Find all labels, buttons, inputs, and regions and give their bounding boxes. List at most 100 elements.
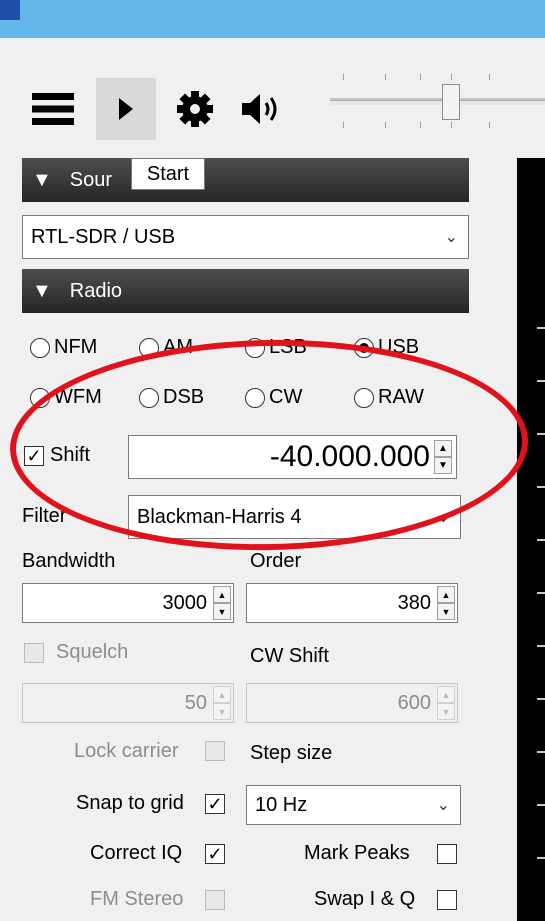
radio-circle	[245, 337, 265, 358]
slider-tick	[343, 74, 344, 80]
mode-radio-raw[interactable]: RAW	[354, 386, 424, 409]
spin-down-icon[interactable]: ▼	[213, 603, 231, 620]
order-input[interactable]: 380 ▲ ▼	[246, 583, 458, 623]
correct-iq-checkbox[interactable]: ✓	[205, 844, 225, 864]
cw-shift-input[interactable]: 600 ▲ ▼	[246, 683, 458, 723]
bandwidth-input[interactable]: 3000 ▲ ▼	[22, 583, 234, 623]
spectrum-tick	[537, 698, 545, 700]
mode-label: NFM	[54, 336, 98, 358]
source-section-header[interactable]: ▼ Sour	[22, 158, 469, 202]
mode-radio-wfm[interactable]: WFM	[30, 386, 102, 409]
cw-shift-value: 600	[397, 691, 431, 714]
swap-iq-checkbox[interactable]	[437, 890, 457, 910]
radio-section-header[interactable]: ▼ Radio	[22, 269, 469, 313]
checkmark-icon: ✓	[207, 844, 223, 864]
mode-label: RAW	[378, 386, 424, 408]
bandwidth-label: Bandwidth	[22, 550, 116, 572]
mode-label: WFM	[54, 386, 102, 408]
spectrum-tick	[537, 804, 545, 806]
spin-down-icon[interactable]: ▼	[437, 703, 455, 720]
start-button[interactable]	[96, 78, 156, 140]
collapse-triangle-icon: ▼	[32, 168, 52, 191]
slider-tick	[420, 74, 421, 80]
slider-tick	[489, 74, 490, 80]
checkmark-icon: ✓	[26, 446, 42, 466]
spin-down-icon[interactable]: ▼	[213, 703, 231, 720]
chevron-down-icon: ⌄	[444, 229, 458, 246]
spin-buttons[interactable]: ▲ ▼	[213, 686, 231, 720]
radio-circle	[245, 387, 265, 408]
fm-stereo-checkbox[interactable]	[205, 890, 225, 910]
shift-frequency-input[interactable]: -40.000.000 ▲ ▼	[128, 435, 457, 479]
spin-up-icon[interactable]: ▲	[213, 586, 231, 603]
slider-tick	[451, 122, 452, 128]
order-value: 380	[397, 591, 431, 614]
spin-up-icon[interactable]: ▲	[213, 686, 231, 703]
spectrum-tick	[537, 751, 545, 753]
mark-peaks-checkbox[interactable]	[437, 844, 457, 864]
mode-radio-usb[interactable]: USB	[354, 336, 419, 359]
spin-down-icon[interactable]: ▼	[434, 457, 452, 474]
spectrum-tick	[537, 380, 545, 382]
shift-frequency-value: -40.000.000	[269, 440, 430, 473]
chevron-down-icon: ⌄	[436, 797, 450, 814]
menu-icon	[32, 93, 74, 125]
chevron-down-icon: ⌄	[436, 509, 450, 526]
radio-header-label: Radio	[69, 279, 123, 302]
source-device-value: RTL-SDR / USB	[31, 225, 176, 248]
spin-buttons[interactable]: ▲ ▼	[434, 440, 452, 474]
spectrum-tick	[537, 857, 545, 859]
mode-radio-dsb[interactable]: DSB	[139, 386, 204, 409]
spin-buttons[interactable]: ▲ ▼	[437, 686, 455, 720]
radio-circle	[354, 387, 374, 408]
step-size-value: 10 Hz	[255, 793, 308, 816]
spin-down-icon[interactable]: ▼	[437, 603, 455, 620]
snap-to-grid-checkbox[interactable]: ✓	[205, 794, 225, 814]
mode-radio-lsb[interactable]: LSB	[245, 336, 307, 359]
start-tooltip: Start	[131, 158, 205, 190]
order-label: Order	[250, 550, 302, 572]
title-bar	[0, 0, 545, 38]
audio-button[interactable]	[228, 78, 300, 140]
spectrum-tick	[537, 539, 545, 541]
slider-tick	[343, 122, 344, 128]
source-device-select[interactable]: RTL-SDR / USB ⌄	[22, 215, 469, 259]
radio-circle	[30, 387, 50, 408]
menu-button[interactable]	[22, 78, 84, 140]
slider-tick	[420, 122, 421, 128]
lock-carrier-label: Lock carrier	[74, 740, 179, 762]
squelch-checkbox[interactable]	[24, 643, 44, 663]
mode-radio-cw[interactable]: CW	[245, 386, 302, 409]
gear-icon	[177, 91, 213, 127]
spectrum-tick	[537, 327, 545, 329]
spin-up-icon[interactable]: ▲	[434, 440, 452, 457]
lock-carrier-checkbox[interactable]	[205, 741, 225, 761]
snap-to-grid-label: Snap to grid	[76, 792, 184, 814]
spin-up-icon[interactable]: ▲	[437, 586, 455, 603]
shift-checkbox[interactable]: ✓	[24, 446, 44, 466]
spin-buttons[interactable]: ▲ ▼	[437, 586, 455, 620]
mode-radio-am[interactable]: AM	[139, 336, 193, 359]
slider-tick	[451, 74, 452, 80]
mode-label: CW	[269, 386, 303, 408]
cw-shift-label: CW Shift	[250, 645, 329, 667]
filter-value: Blackman-Harris 4	[137, 505, 302, 528]
squelch-label: Squelch	[56, 641, 129, 663]
fm-stereo-label: FM Stereo	[90, 888, 184, 910]
speaker-icon	[242, 94, 277, 124]
mode-label: AM	[163, 336, 193, 358]
swap-iq-label: Swap I & Q	[314, 888, 416, 910]
step-size-select[interactable]: 10 Hz ⌄	[246, 785, 461, 825]
radio-circle-checked	[354, 337, 374, 358]
mode-label: LSB	[269, 336, 307, 358]
settings-button[interactable]	[170, 78, 220, 140]
radio-circle	[139, 387, 159, 408]
slider-thumb[interactable]	[442, 84, 460, 120]
spin-buttons[interactable]: ▲ ▼	[213, 586, 231, 620]
mark-peaks-label: Mark Peaks	[304, 842, 410, 864]
spin-up-icon[interactable]: ▲	[437, 686, 455, 703]
spectrum-tick	[537, 433, 545, 435]
mode-radio-nfm[interactable]: NFM	[30, 336, 97, 359]
squelch-input[interactable]: 50 ▲ ▼	[22, 683, 234, 723]
filter-select[interactable]: Blackman-Harris 4 ⌄	[128, 495, 461, 539]
